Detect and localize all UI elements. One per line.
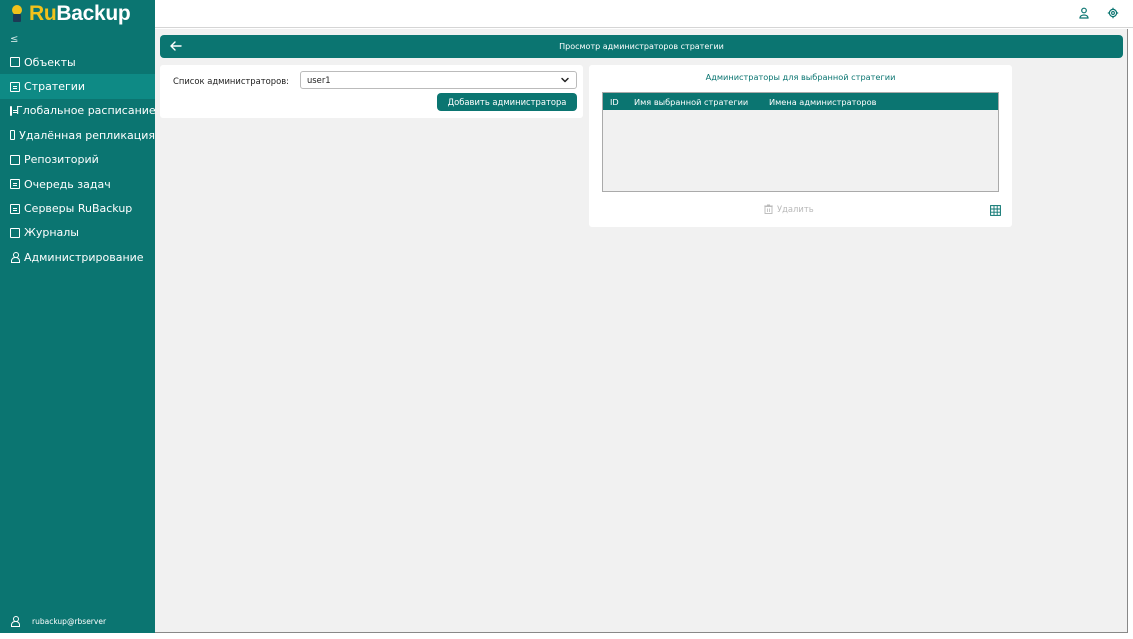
replication-icon (10, 130, 16, 141)
sidebar-item-label: Глобальное расписание (16, 104, 156, 118)
sidebar-item-label: Серверы RuBackup (24, 202, 133, 216)
sidebar-item-objects[interactable]: Объекты (0, 50, 155, 74)
admin-select[interactable]: user1 (300, 71, 577, 89)
logo-ru-text: Ru (29, 2, 57, 25)
sidebar-item-label: Журналы (24, 226, 79, 240)
delete-button-label: Удалить (777, 204, 814, 214)
document-icon (10, 105, 17, 116)
sidebar-item-label: Репозиторий (24, 153, 99, 167)
log-icon (10, 227, 20, 238)
column-header-strategy-name[interactable]: Имя выбранной стратегии (627, 97, 762, 107)
column-header-id[interactable]: ID (603, 97, 627, 107)
document-icon (10, 81, 20, 92)
sidebar-item-repository[interactable]: Репозиторий (0, 148, 155, 172)
column-header-admin-names[interactable]: Имена администраторов (762, 97, 876, 107)
admin-select-card: Список администраторов: user1 Добавить а… (160, 65, 583, 118)
server-icon (10, 203, 20, 214)
collapse-sidebar-icon[interactable]: ≤ (0, 28, 155, 50)
sidebar-item-label: Удалённая репликация (19, 128, 155, 142)
app-logo: RuBackup (0, 0, 155, 28)
current-user: rubackup@rbserver (0, 609, 155, 633)
strategy-admins-card: Администраторы для выбранной стратегии I… (589, 65, 1012, 227)
admin-select-value: user1 (307, 75, 331, 85)
logo-backup-text: Backup (56, 2, 131, 25)
sidebar-item-logs[interactable]: Журналы (0, 221, 155, 245)
sidebar-item-global-schedule[interactable]: Глобальное расписание (0, 99, 156, 123)
table-columns-icon[interactable] (990, 205, 1001, 216)
main-content: Просмотр администраторов стратегии Списо… (155, 29, 1128, 633)
clipboard-icon (10, 179, 20, 190)
logo-bulb-icon (10, 5, 24, 23)
admin-list-label: Список администраторов: (173, 76, 289, 86)
page-title: Просмотр администраторов стратегии (559, 42, 724, 51)
add-admin-button[interactable]: Добавить администратора (437, 93, 577, 111)
page-header: Просмотр администраторов стратегии (160, 35, 1123, 58)
sidebar-item-label: Очередь задач (24, 177, 111, 191)
panel-title: Администраторы для выбранной стратегии (705, 72, 896, 82)
sidebar-item-remote-replication[interactable]: Удалённая репликация (0, 123, 155, 147)
admins-table: ID Имя выбранной стратегии Имена админис… (602, 92, 999, 192)
users-icon (10, 252, 20, 264)
user-icon (10, 616, 20, 627)
user-profile-icon[interactable] (1078, 7, 1090, 19)
gear-icon[interactable] (1107, 7, 1119, 19)
sidebar-item-label: Администрирование (24, 250, 144, 264)
table-header: ID Имя выбранной стратегии Имена админис… (603, 93, 998, 110)
sidebar-item-task-queue[interactable]: Очередь задач (0, 172, 155, 196)
back-arrow-icon[interactable] (168, 38, 184, 54)
sidebar-item-label: Объекты (24, 55, 76, 69)
sidebar-item-administration[interactable]: Администрирование (0, 245, 155, 269)
delete-button: Удалить (764, 204, 814, 214)
sidebar: RuBackup ≤ Объекты Стратегии Глобальное … (0, 0, 156, 633)
current-user-label: rubackup@rbserver (32, 616, 107, 626)
chevron-down-icon (561, 77, 569, 83)
sidebar-item-label: Стратегии (24, 80, 86, 94)
trash-icon (764, 204, 773, 214)
sidebar-item-strategies[interactable]: Стратегии (0, 74, 155, 99)
sidebar-item-servers[interactable]: Серверы RuBackup (0, 196, 155, 220)
top-bar (155, 0, 1133, 28)
storage-icon (10, 154, 20, 165)
monitor-icon (10, 57, 20, 68)
